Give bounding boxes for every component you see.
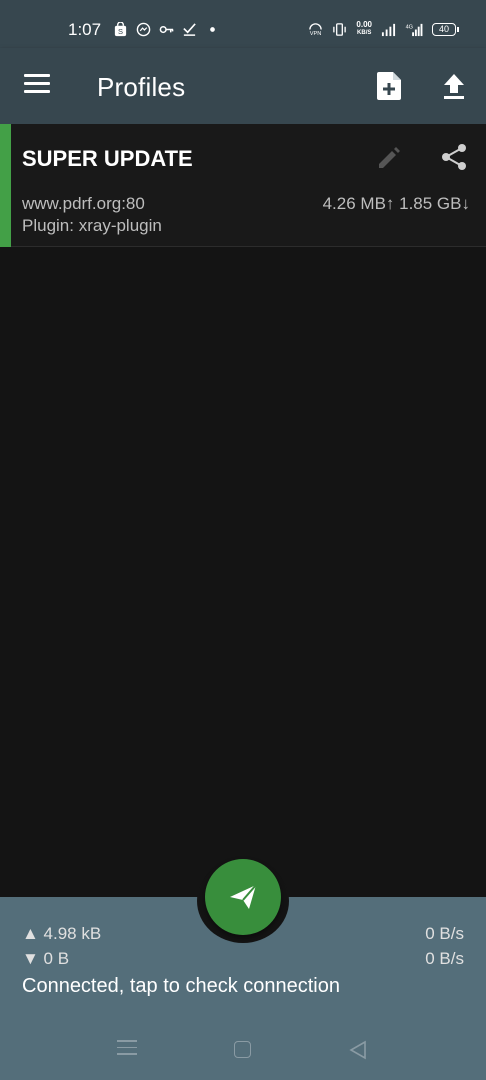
home-icon[interactable] xyxy=(234,1041,251,1058)
net-speed-unit: KB/S xyxy=(357,30,372,36)
svg-text:VPN: VPN xyxy=(310,31,322,37)
status-time: 1:07 xyxy=(68,20,102,39)
profile-card[interactable]: SUPER UPDATE www.pdrf.org:80 Plugin: xra… xyxy=(0,124,486,247)
signal-icon xyxy=(381,23,396,36)
edit-icon[interactable] xyxy=(375,144,403,172)
send-icon xyxy=(230,884,257,909)
profile-plugin: Plugin: xray-plugin xyxy=(22,216,162,235)
svg-text:4G: 4G xyxy=(406,24,413,30)
rx-rate: 0 B/s xyxy=(425,949,464,968)
connection-status[interactable]: Connected, tap to check connection xyxy=(22,975,340,998)
share-icon[interactable] xyxy=(439,142,469,172)
connect-button[interactable] xyxy=(205,859,281,935)
add-file-icon[interactable] xyxy=(374,70,404,102)
check-icon xyxy=(183,23,196,36)
vibrate-icon xyxy=(333,22,347,36)
back-icon[interactable] xyxy=(348,1040,368,1060)
dot-icon xyxy=(210,27,215,32)
app-bar: Profiles xyxy=(0,48,486,124)
menu-icon[interactable] xyxy=(24,74,50,96)
system-icons: VPN 0.00 KB/S 4G 40 xyxy=(308,21,459,37)
rx-total: ▼ 0 B xyxy=(22,949,70,968)
profile-name: SUPER UPDATE xyxy=(22,146,193,171)
battery-icon: 40 xyxy=(432,22,459,36)
selected-indicator xyxy=(0,124,11,247)
battery-level: 40 xyxy=(438,23,449,34)
bag-icon: S xyxy=(114,22,127,36)
upload-icon[interactable] xyxy=(440,72,468,100)
notification-icons: S xyxy=(113,22,220,37)
tx-total: ▲ 4.98 kB xyxy=(22,924,102,943)
profile-server: www.pdrf.org:80 xyxy=(22,194,145,213)
tx-rate: 0 B/s xyxy=(425,924,464,943)
profile-traffic: 4.26 MB↑ 1.85 GB↓ xyxy=(322,194,470,213)
key-icon xyxy=(159,25,174,34)
svg-text:S: S xyxy=(118,27,123,36)
4g-signal-icon: 4G xyxy=(406,23,423,36)
page-title: Profiles xyxy=(97,72,186,102)
net-speed: 0.00 KB/S xyxy=(356,21,372,37)
messenger-icon xyxy=(136,22,151,37)
net-speed-value: 0.00 xyxy=(356,20,372,29)
vpn-icon: VPN xyxy=(309,22,323,37)
recents-icon[interactable] xyxy=(117,1040,137,1058)
screen: 1:07 S VPN 0.00 KB/S 4G 40 Profiles SUPE… xyxy=(0,0,486,1080)
status-bar: 1:07 S VPN 0.00 KB/S 4G 40 xyxy=(0,0,486,48)
